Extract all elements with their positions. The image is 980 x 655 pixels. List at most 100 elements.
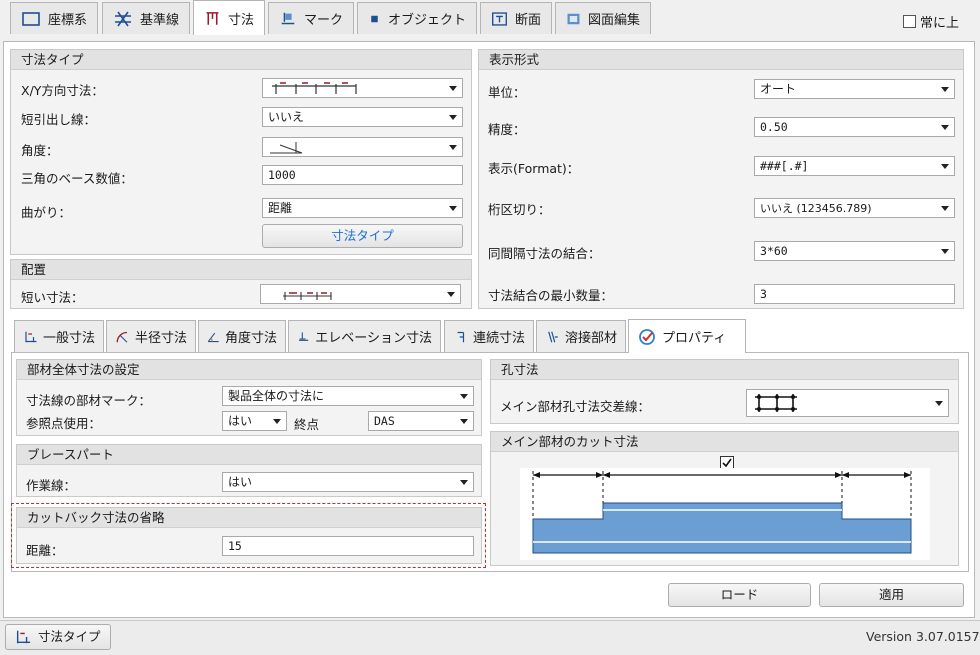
chevron-down-icon bbox=[273, 419, 281, 424]
coordinate-icon bbox=[22, 11, 40, 26]
angle-preview-icon bbox=[270, 142, 303, 154]
reference-point-select[interactable]: はい bbox=[222, 411, 287, 431]
work-line-label: 作業線： bbox=[26, 478, 77, 493]
digit-separator-select[interactable]: いいえ (123456.789) bbox=[754, 198, 955, 218]
end-point-label: 終点 bbox=[294, 417, 320, 432]
tab-grid[interactable]: 基準線 bbox=[102, 2, 190, 34]
part-mark-label: 寸法線の部材マーク： bbox=[26, 393, 152, 408]
chevron-down-icon bbox=[449, 86, 457, 91]
short-dimension-label: 短い寸法： bbox=[21, 290, 84, 305]
apply-button[interactable]: 適用 bbox=[819, 583, 964, 607]
curve-label: 曲がり： bbox=[21, 205, 72, 220]
work-line-select[interactable]: はい bbox=[222, 472, 474, 492]
subtab-weld[interactable]: 溶接部材 bbox=[536, 320, 626, 352]
general-dimension-icon bbox=[25, 331, 37, 342]
short-dimension-select[interactable] bbox=[260, 284, 461, 304]
curve-select[interactable]: 距離 bbox=[262, 198, 463, 218]
triangle-base-label: 三角のベース数値： bbox=[21, 171, 133, 186]
subtab-radius[interactable]: 半径寸法 bbox=[106, 320, 196, 352]
cut-dimension-diagram bbox=[520, 468, 930, 560]
group-title: メイン部材のカット寸法 bbox=[491, 432, 958, 452]
subtab-angle[interactable]: 角度寸法 bbox=[198, 320, 286, 352]
subtab-properties[interactable]: プロパティ bbox=[628, 319, 746, 353]
unit-select[interactable]: オート bbox=[754, 79, 955, 99]
version-label: Version 3.07.0157 bbox=[866, 629, 980, 644]
xy-dimension-preview-icon bbox=[272, 82, 357, 94]
xy-dimension-select[interactable] bbox=[262, 78, 463, 98]
format-label: 表示(Format)： bbox=[488, 161, 580, 176]
chevron-down-icon bbox=[941, 87, 949, 92]
status-dimension-type-button[interactable]: 寸法タイプ bbox=[5, 624, 111, 650]
group-title: 孔寸法 bbox=[491, 360, 958, 380]
drawing-edit-icon bbox=[567, 13, 580, 24]
status-bar bbox=[0, 620, 980, 655]
tab-section[interactable]: 断面 bbox=[480, 2, 552, 34]
section-icon bbox=[492, 11, 507, 26]
min-quantity-field[interactable]: 3 bbox=[754, 284, 955, 304]
group-title: 寸法タイプ bbox=[11, 50, 471, 70]
precision-label: 精度： bbox=[488, 122, 526, 137]
tab-dimension[interactable]: 寸法 bbox=[193, 0, 265, 35]
group-title: ブレースパート bbox=[17, 445, 481, 465]
subtab-elevation[interactable]: エレベーション寸法 bbox=[288, 320, 441, 352]
always-on-top-checkbox[interactable] bbox=[903, 15, 916, 28]
mark-icon bbox=[281, 12, 295, 24]
general-dimension-icon bbox=[16, 630, 31, 644]
group-title: 表示形式 bbox=[479, 50, 963, 70]
short-dimension-preview-icon bbox=[283, 292, 332, 300]
dimension-icon bbox=[206, 12, 219, 25]
combine-equal-select[interactable]: 3*60 bbox=[754, 241, 955, 261]
chevron-down-icon bbox=[941, 206, 949, 211]
part-mark-select[interactable]: 製品全体の寸法に bbox=[222, 386, 474, 406]
end-point-select[interactable]: DAS bbox=[368, 411, 474, 431]
format-select[interactable]: ###[.#] bbox=[754, 156, 955, 176]
hole-cross-line-label: メイン部材孔寸法交差線： bbox=[500, 399, 651, 414]
hole-cross-line-preview-icon bbox=[755, 394, 797, 412]
precision-select[interactable]: 0.50 bbox=[754, 117, 955, 137]
combine-equal-label: 同間隔寸法の結合： bbox=[488, 246, 601, 261]
grid-icon bbox=[114, 11, 131, 26]
chevron-down-icon bbox=[941, 125, 949, 130]
unit-label: 単位： bbox=[488, 85, 526, 100]
chevron-down-icon bbox=[460, 480, 468, 485]
angle-label: 角度： bbox=[21, 143, 59, 158]
always-on-top-toggle[interactable]: 常に上 bbox=[903, 12, 959, 31]
subtab-continuous[interactable]: 連続寸法 bbox=[444, 320, 534, 352]
chevron-down-icon bbox=[449, 206, 457, 211]
chevron-down-icon bbox=[460, 419, 468, 424]
tab-object[interactable]: オブジェクト bbox=[357, 2, 477, 34]
weld-icon bbox=[548, 331, 558, 342]
chevron-down-icon bbox=[941, 164, 949, 169]
angle-dimension-icon bbox=[207, 332, 219, 342]
triangle-base-field[interactable]: 1000 bbox=[262, 165, 463, 185]
chevron-down-icon bbox=[447, 292, 455, 297]
group-title: カットバック寸法の省略 bbox=[17, 508, 481, 528]
continuous-dimension-icon bbox=[457, 331, 465, 342]
chevron-down-icon bbox=[941, 249, 949, 254]
reference-point-label: 参照点使用： bbox=[26, 416, 102, 431]
tab-mark[interactable]: マーク bbox=[268, 2, 354, 34]
load-button[interactable]: ロード bbox=[668, 583, 811, 607]
short-leader-select[interactable]: いいえ bbox=[262, 107, 463, 127]
hole-cross-line-select[interactable] bbox=[746, 389, 949, 417]
group-title: 配置 bbox=[11, 260, 471, 280]
distance-label: 距離： bbox=[26, 543, 64, 558]
xy-dimension-label: X/Y方向寸法： bbox=[21, 83, 104, 98]
group-title: 部材全体寸法の設定 bbox=[17, 360, 481, 380]
dimension-type-button[interactable]: 寸法タイプ bbox=[262, 224, 463, 248]
chevron-down-icon bbox=[460, 394, 468, 399]
subtab-general[interactable]: 一般寸法 bbox=[14, 320, 104, 352]
elevation-dimension-icon bbox=[298, 331, 309, 341]
tab-coordinate[interactable]: 座標系 bbox=[10, 2, 98, 34]
angle-select[interactable] bbox=[262, 137, 463, 157]
chevron-down-icon bbox=[449, 145, 457, 150]
tab-drawing-edit[interactable]: 図面編集 bbox=[555, 2, 651, 34]
chevron-down-icon bbox=[449, 115, 457, 120]
short-leader-label: 短引出し線： bbox=[21, 112, 97, 127]
min-quantity-label: 寸法結合の最小数量： bbox=[488, 288, 614, 303]
digit-separator-label: 桁区切り： bbox=[488, 202, 551, 217]
distance-field[interactable]: 15 bbox=[222, 536, 474, 556]
properties-icon bbox=[639, 328, 655, 345]
object-icon bbox=[371, 15, 378, 22]
chevron-down-icon bbox=[935, 401, 943, 406]
